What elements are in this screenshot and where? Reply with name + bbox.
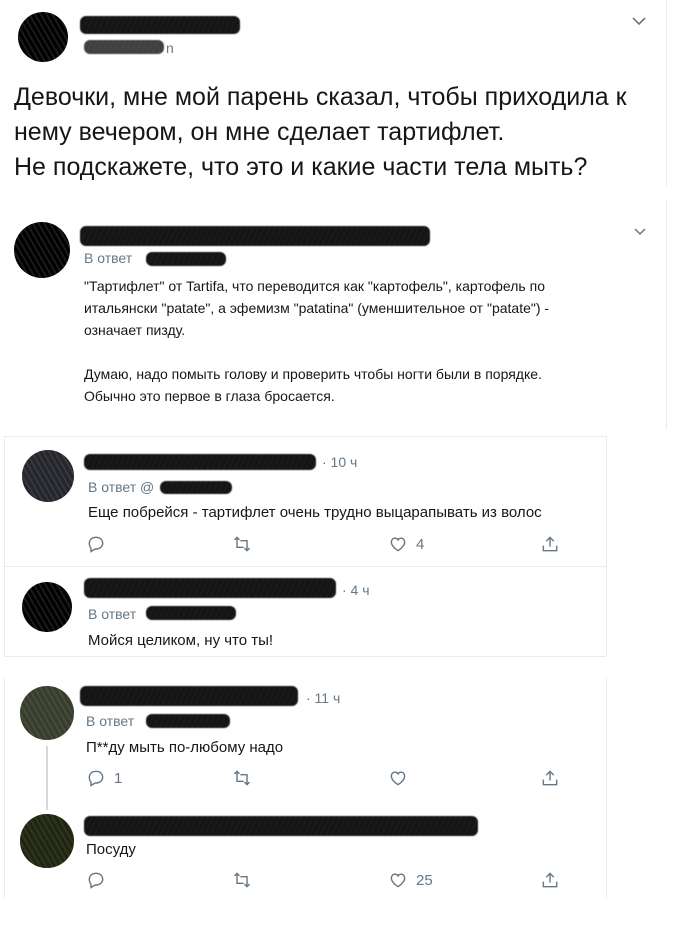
- left-border: [4, 566, 5, 656]
- avatar[interactable]: [18, 12, 68, 62]
- chevron-down-icon[interactable]: [632, 16, 646, 26]
- redacted-mention[interactable]: [160, 481, 232, 494]
- right-border: [606, 436, 607, 566]
- retweet-icon: [233, 770, 251, 786]
- reply-text: Еще побрейся - тартифлет очень трудно вы…: [88, 504, 542, 521]
- redacted-display-name: [84, 816, 478, 836]
- reply1-p1-line2: итальянски "patate", а эфемизм "patatina…: [84, 300, 550, 316]
- avatar[interactable]: [22, 450, 74, 502]
- username-suffix: n: [166, 40, 174, 56]
- divider: [4, 436, 606, 437]
- divider: [4, 656, 606, 657]
- avatar[interactable]: [18, 578, 76, 636]
- left-border: [4, 436, 5, 566]
- reply1-p1-line1: "Тартифлет" от Tartifa, что переводится …: [84, 278, 545, 294]
- right-border: [666, 200, 667, 430]
- like-count: 25: [416, 871, 433, 889]
- share-button[interactable]: [540, 768, 560, 788]
- reply1-p2-line1: Думаю, надо помыть голову и проверить чт…: [84, 366, 542, 382]
- right-border: [606, 678, 607, 898]
- reply-text: П**ду мыть по-любому надо: [86, 739, 284, 756]
- reply-text: Посуду: [86, 841, 136, 858]
- retweet-button[interactable]: [232, 870, 252, 890]
- retweet-button[interactable]: [232, 768, 252, 788]
- right-border: [666, 0, 667, 186]
- like-button[interactable]: [388, 768, 408, 788]
- redacted-mention[interactable]: [146, 714, 230, 728]
- right-border: [606, 566, 607, 656]
- share-button[interactable]: [540, 870, 560, 890]
- reply-count: 1: [114, 769, 123, 787]
- main-tweet-line-3: Не подскажете, что это и какие части тел…: [14, 153, 588, 181]
- reply1-p1-line3: означает пизду.: [84, 322, 186, 338]
- reply1-p2-line2: Обычно это первое в глаза бросается.: [84, 388, 335, 404]
- redacted-display-name: [84, 578, 336, 598]
- avatar[interactable]: [14, 222, 70, 278]
- reply-icon: [88, 536, 104, 553]
- chevron-down-icon[interactable]: [634, 228, 646, 236]
- redacted-mention[interactable]: [146, 606, 236, 620]
- main-tweet-line-1: Девочки, мне мой парень сказал, чтобы пр…: [14, 83, 627, 111]
- retweet-icon: [233, 872, 251, 888]
- timestamp[interactable]: · 11 ч: [306, 690, 340, 706]
- like-icon: [390, 537, 406, 552]
- retweet-icon: [233, 536, 251, 552]
- reply-to-label: В ответ: [86, 713, 135, 729]
- divider: [4, 566, 606, 567]
- avatar[interactable]: [20, 814, 74, 868]
- avatar[interactable]: [20, 686, 74, 740]
- reply-to-label: В ответ: [88, 606, 137, 622]
- redacted-display-name: [80, 16, 240, 34]
- reply-button[interactable]: 1: [86, 768, 122, 788]
- main-tweet-line-2: нему вечером, он мне сделает тартифлет.: [14, 118, 505, 146]
- like-icon: [390, 873, 406, 888]
- reply-to-label: В ответ @: [88, 479, 155, 495]
- reply-text: Мойся целиком, ну что ты!: [88, 632, 274, 649]
- reply-icon: [88, 770, 104, 787]
- share-icon: [542, 770, 558, 786]
- thread-line: [46, 746, 48, 810]
- like-icon: [390, 771, 406, 786]
- like-count: 4: [416, 535, 425, 553]
- redacted-mention[interactable]: [146, 252, 226, 266]
- reply-button[interactable]: [86, 870, 106, 890]
- redacted-display-name: [84, 454, 316, 470]
- like-button[interactable]: 4: [388, 534, 424, 554]
- share-icon: [542, 872, 558, 888]
- redacted-username: [84, 40, 164, 54]
- left-border: [4, 678, 5, 898]
- redacted-display-name: [80, 226, 430, 246]
- redacted-display-name: [80, 686, 298, 706]
- reply-button[interactable]: [86, 534, 106, 554]
- reply-to-label: В ответ: [84, 250, 133, 266]
- share-button[interactable]: [540, 534, 560, 554]
- share-icon: [542, 536, 558, 552]
- reply-icon: [88, 872, 104, 889]
- retweet-button[interactable]: [232, 534, 252, 554]
- timestamp[interactable]: · 10 ч: [322, 454, 357, 470]
- like-button[interactable]: 25: [388, 870, 433, 890]
- timestamp[interactable]: · 4 ч: [342, 582, 370, 598]
